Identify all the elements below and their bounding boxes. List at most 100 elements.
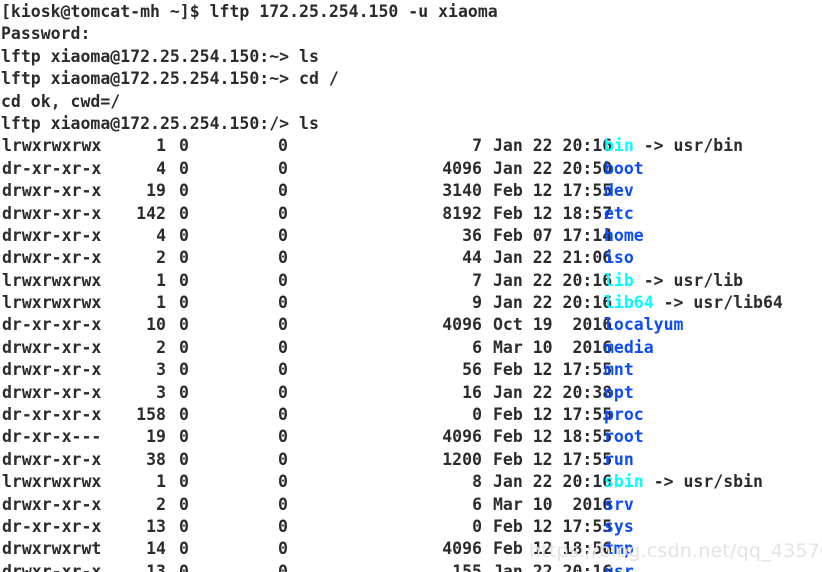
terminal-screen: [kiosk@tomcat-mh ~]$ lftp 172.25.254.150… bbox=[0, 0, 822, 572]
file-name-cell: sbin -> usr/sbin bbox=[604, 471, 763, 493]
file-name-cell: mnt bbox=[604, 359, 634, 381]
terminal-window[interactable]: [kiosk@tomcat-mh ~]$ lftp 172.25.254.150… bbox=[0, 0, 822, 572]
directory-name: root bbox=[604, 427, 644, 447]
terminal-line: Password: bbox=[1, 24, 91, 44]
file-size: 6 bbox=[472, 337, 482, 357]
file-size: 4096 bbox=[442, 158, 482, 178]
file-name-cell: srv bbox=[604, 494, 634, 516]
file-size: 4096 bbox=[442, 427, 482, 447]
file-name-cell: localyum bbox=[604, 314, 683, 336]
directory-name: media bbox=[604, 337, 654, 357]
file-date: Jan 22 20:16 bbox=[493, 472, 613, 492]
listing-row: dr-xr-xr-x 158 0 0 0 Feb 12 17:55 proc bbox=[1, 404, 822, 426]
symlink-name: lib64 bbox=[604, 293, 654, 313]
listing-row: drwxr-xr-x 2 0 0 6 Mar 10 2016 srv bbox=[1, 494, 822, 516]
terminal-line: lftp xiaoma@172.25.254.150:~> ls bbox=[1, 46, 319, 66]
directory-name: run bbox=[604, 449, 634, 469]
listing-row: drwxr-xr-x 2 0 0 44 Jan 22 21:06 iso bbox=[1, 247, 822, 269]
listing-row: drwxr-xr-x 4 0 0 36 Feb 07 17:14 home bbox=[1, 225, 822, 247]
file-date: Jan 22 21:06 bbox=[493, 248, 613, 268]
file-name-cell: root bbox=[604, 426, 644, 448]
directory-name: boot bbox=[604, 158, 644, 178]
file-size: 8192 bbox=[442, 203, 482, 223]
listing-row: drwxr-xr-x 2 0 0 6 Mar 10 2016 media bbox=[1, 337, 822, 359]
file-size: 56 bbox=[462, 360, 482, 380]
file-size: 6 bbox=[472, 494, 482, 514]
file-name-cell: dev bbox=[604, 180, 634, 202]
file-name-cell: opt bbox=[604, 382, 634, 404]
symlink-target: -> usr/lib bbox=[643, 270, 744, 290]
file-size: 16 bbox=[462, 382, 482, 402]
listing-row: drwxr-xr-x 3 0 0 16 Jan 22 20:38 opt bbox=[1, 382, 822, 404]
listing-row: drwxrwxrwt 14 0 0 4096 Feb 12 18:56 tmp bbox=[1, 538, 822, 560]
directory-name: srv bbox=[604, 494, 634, 514]
terminal-line: lftp xiaoma@172.25.254.150:/> ls bbox=[1, 113, 319, 133]
directory-name: etc bbox=[604, 203, 634, 223]
file-name-cell: boot bbox=[604, 158, 644, 180]
file-size: 0 bbox=[472, 405, 482, 425]
symlink-target: -> usr/sbin bbox=[653, 472, 763, 492]
file-date: Feb 07 17:14 bbox=[493, 225, 613, 245]
file-name-cell: lib -> usr/lib bbox=[604, 270, 743, 292]
file-size: 9 bbox=[472, 293, 482, 313]
listing-row: lrwxrwxrwx 1 0 0 7 Jan 22 20:16 bin -> usr/bin bbox=[1, 135, 822, 157]
session-transcript: [kiosk@tomcat-mh ~]$ lftp 172.25.254.150… bbox=[1, 1, 822, 135]
symlink-name: bin bbox=[604, 136, 634, 156]
file-size: 155 bbox=[452, 561, 482, 572]
terminal-line: lftp xiaoma@172.25.254.150:~> cd / bbox=[1, 69, 339, 89]
file-name-cell: proc bbox=[604, 404, 644, 426]
directory-name: dev bbox=[604, 181, 634, 201]
file-date: Feb 12 17:55 bbox=[493, 516, 613, 536]
listing-row: drwxr-xr-x 38 0 0 1200 Feb 12 17:55 run bbox=[1, 449, 822, 471]
symlink-target: -> usr/lib64 bbox=[663, 293, 783, 313]
file-date: Jan 22 20:16 bbox=[493, 561, 613, 572]
file-size: 7 bbox=[472, 270, 482, 290]
file-date: Jan 22 20:16 bbox=[493, 293, 613, 313]
file-date: Feb 12 17:55 bbox=[493, 181, 613, 201]
file-date: Jan 22 20:16 bbox=[493, 270, 613, 290]
file-date: Mar 10 2016 bbox=[493, 494, 613, 514]
directory-name: mnt bbox=[604, 360, 634, 380]
symlink-name: sbin bbox=[604, 472, 644, 492]
listing-row: dr-xr-x--- 19 0 0 4096 Feb 12 18:55 root bbox=[1, 426, 822, 448]
file-size: 1200 bbox=[442, 449, 482, 469]
file-date: Jan 22 20:50 bbox=[493, 158, 613, 178]
symlink-separator bbox=[634, 271, 644, 290]
listing-row: drwxr-xr-x 3 0 0 56 Feb 12 17:55 mnt bbox=[1, 359, 822, 381]
file-name-cell: sys bbox=[604, 516, 634, 538]
listing-row: drwxr-xr-x 142 0 0 8192 Feb 12 18:57 etc bbox=[1, 203, 822, 225]
directory-name: usr bbox=[604, 561, 634, 572]
file-date: Feb 12 18:56 bbox=[493, 539, 613, 559]
file-name-cell: bin -> usr/bin bbox=[604, 135, 743, 157]
file-date: Feb 12 17:55 bbox=[493, 360, 613, 380]
directory-name: tmp bbox=[604, 539, 634, 559]
file-size: 4096 bbox=[442, 315, 482, 335]
file-name-cell: tmp bbox=[604, 538, 634, 560]
symlink-separator bbox=[654, 293, 664, 312]
file-name-cell: lib64 -> usr/lib64 bbox=[604, 292, 783, 314]
directory-name: iso bbox=[604, 248, 634, 268]
file-name-cell: iso bbox=[604, 247, 634, 269]
file-size: 4096 bbox=[442, 539, 482, 559]
directory-listing: lrwxrwxrwx 1 0 0 7 Jan 22 20:16 bin -> usr/bin… bbox=[1, 135, 822, 572]
file-size: 3140 bbox=[442, 181, 482, 201]
symlink-target: -> usr/bin bbox=[643, 136, 744, 156]
listing-row: dr-xr-xr-x 13 0 0 0 Feb 12 17:55 sys bbox=[1, 516, 822, 538]
listing-row: lrwxrwxrwx 1 0 0 8 Jan 22 20:16 sbin -> usr/sb… bbox=[1, 471, 822, 493]
file-size: 0 bbox=[472, 516, 482, 536]
symlink-name: lib bbox=[604, 270, 634, 290]
listing-row: lrwxrwxrwx 1 0 0 9 Jan 22 20:16 lib64 -> usr/l… bbox=[1, 292, 822, 314]
file-size: 44 bbox=[462, 248, 482, 268]
file-size: 8 bbox=[472, 472, 482, 492]
listing-row: drwxr-xr-x 13 0 0 155 Jan 22 20:16 usr bbox=[1, 561, 822, 572]
listing-row: lrwxrwxrwx 1 0 0 7 Jan 22 20:16 lib -> usr/lib bbox=[1, 270, 822, 292]
listing-row: drwxr-xr-x 19 0 0 3140 Feb 12 17:55 dev bbox=[1, 180, 822, 202]
file-name-cell: etc bbox=[604, 203, 634, 225]
file-name-cell: usr bbox=[604, 561, 634, 572]
file-date: Feb 12 17:55 bbox=[493, 405, 613, 425]
symlink-separator bbox=[634, 136, 644, 155]
file-name-cell: home bbox=[604, 225, 644, 247]
terminal-line: [kiosk@tomcat-mh ~]$ lftp 172.25.254.150… bbox=[1, 2, 498, 21]
file-size: 36 bbox=[462, 225, 482, 245]
directory-name: localyum bbox=[604, 315, 684, 335]
